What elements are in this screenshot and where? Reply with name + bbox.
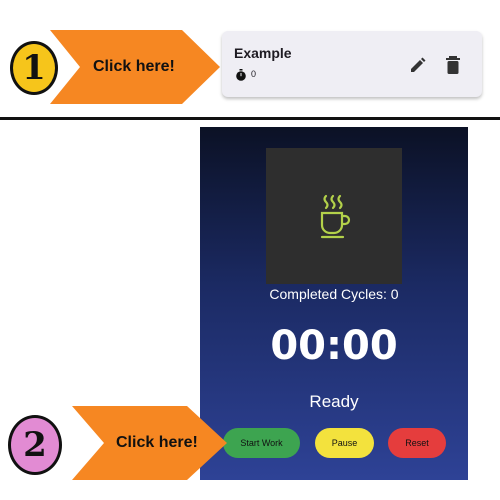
timer-icon xyxy=(236,69,246,81)
completed-cycles-text: Completed Cycles: 0 xyxy=(269,286,399,302)
pomodoro-panel: Completed Cycles: 0 00:00 Ready Start Wo… xyxy=(200,127,468,480)
timer-display: 00:00 xyxy=(270,323,398,369)
section-divider xyxy=(0,117,500,120)
timer-card[interactable]: Example 0 xyxy=(222,31,482,97)
break-image xyxy=(266,148,402,284)
pause-button[interactable]: Pause xyxy=(315,428,374,458)
card-count: 0 xyxy=(251,69,257,79)
callout-text-2: Click here! xyxy=(116,434,198,451)
reset-button[interactable]: Reset xyxy=(388,428,446,458)
trash-icon[interactable] xyxy=(444,55,462,75)
step-2-badge: 2 xyxy=(8,415,62,475)
status-text: Ready xyxy=(309,392,359,411)
callout-text-1: Click here! xyxy=(93,58,175,75)
start-work-button[interactable]: Start Work xyxy=(223,428,300,458)
edit-icon[interactable] xyxy=(408,55,428,75)
card-title: Example xyxy=(234,45,292,61)
coffee-cup-icon xyxy=(320,194,351,239)
